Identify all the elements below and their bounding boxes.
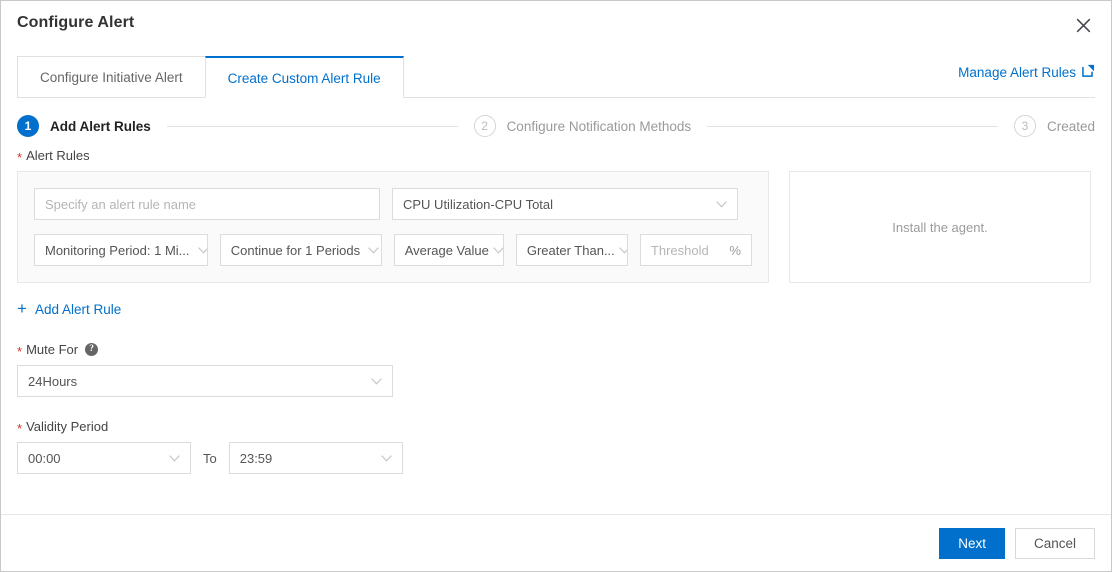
chevron-down-icon [190, 246, 207, 254]
install-agent-panel: Install the agent. [789, 171, 1091, 283]
manage-alert-rules-link[interactable]: Manage Alert Rules [958, 64, 1095, 80]
step-indicator: 1 Add Alert Rules 2 Configure Notificati… [17, 98, 1095, 142]
alert-rule-name-placeholder: Specify an alert rule name [45, 196, 197, 212]
continue-periods-select[interactable]: Continue for 1 Periods [219, 234, 382, 266]
validity-period-block: * Validity Period 00:00 To 23:59 [17, 419, 1095, 474]
manage-alert-rules-label: Manage Alert Rules [958, 64, 1076, 80]
chevron-down-icon [373, 454, 392, 462]
required-marker: * [17, 421, 23, 436]
install-agent-message: Install the agent. [892, 219, 988, 235]
dialog-header: Configure Alert [1, 1, 1111, 49]
alert-rules-label-text: Alert Rules [26, 148, 90, 163]
threshold-placeholder: Threshold [650, 242, 709, 258]
comparison-operator-select[interactable]: Greater Than... [515, 234, 628, 266]
validity-end-time-value: 23:59 [239, 450, 273, 466]
alert-rule-line-2: Monitoring Period: 1 Mi... Continue for … [34, 234, 752, 266]
cancel-button[interactable]: Cancel [1014, 527, 1095, 559]
plus-icon: + [17, 299, 27, 318]
threshold-unit: % [729, 242, 741, 258]
add-alert-rule-button[interactable]: + Add Alert Rule [17, 299, 122, 318]
question-mark-icon[interactable]: ? [85, 343, 99, 356]
tab-bar: Configure Initiative Alert Create Custom… [17, 49, 1095, 98]
mute-for-row: 24Hours [17, 365, 1095, 397]
chevron-down-icon [363, 377, 382, 385]
external-link-icon [1082, 64, 1095, 80]
tab-label: Configure Initiative Alert [40, 69, 183, 85]
validity-start-time-value: 00:00 [28, 450, 61, 466]
validity-period-label: * Validity Period [17, 419, 1095, 436]
monitoring-period-value: Monitoring Period: 1 Mi... [45, 242, 190, 258]
step-add-alert-rules[interactable]: 1 Add Alert Rules [17, 115, 151, 137]
mute-for-label-text: Mute For [26, 342, 79, 357]
chevron-down-icon [360, 246, 379, 254]
validity-period-row: 00:00 To 23:59 [17, 442, 1095, 474]
continue-periods-value: Continue for 1 Periods [230, 242, 361, 258]
monitoring-period-select[interactable]: Monitoring Period: 1 Mi... [34, 234, 208, 266]
alert-rule-card: Specify an alert rule name CPU Utilizati… [17, 171, 769, 283]
comparison-operator-value: Greater Than... [526, 242, 615, 258]
configure-alert-dialog: Configure Alert Configure Initiative Ale… [0, 0, 1112, 572]
mute-for-block: * Mute For ? 24Hours [17, 342, 1095, 397]
metric-value: CPU Utilization-CPU Total [403, 196, 554, 212]
step-created[interactable]: 3 Created [1013, 115, 1095, 137]
validity-period-separator: To [203, 450, 217, 466]
statistic-select[interactable]: Average Value [393, 234, 504, 266]
validity-end-time-select[interactable]: 23:59 [228, 442, 403, 474]
step-number: 1 [17, 115, 39, 137]
next-button[interactable]: Next [939, 527, 1005, 559]
step-label: Created [1046, 118, 1095, 134]
validity-period-label-text: Validity Period [26, 419, 109, 434]
dialog-footer: Next Cancel [1, 514, 1111, 571]
mute-for-value: 24Hours [28, 373, 78, 389]
required-marker: * [17, 150, 23, 165]
alert-rules-label: * Alert Rules [17, 148, 1095, 165]
step-label: Configure Notification Methods [506, 118, 692, 134]
alert-rule-line-1: Specify an alert rule name CPU Utilizati… [34, 188, 752, 220]
step-connector [166, 125, 458, 127]
page-title: Configure Alert [17, 14, 135, 31]
step-label: Add Alert Rules [50, 118, 151, 134]
add-alert-rule-label: Add Alert Rule [34, 302, 122, 317]
step-configure-notification-methods[interactable]: 2 Configure Notification Methods [473, 115, 692, 137]
dialog-body: * Alert Rules Specify an alert rule name… [17, 142, 1095, 514]
required-marker: * [17, 344, 23, 359]
chevron-down-icon [617, 246, 627, 254]
close-icon[interactable] [1069, 11, 1097, 39]
chevron-down-icon [708, 200, 727, 208]
statistic-value: Average Value [404, 242, 489, 258]
tab-create-custom-alert-rule[interactable]: Create Custom Alert Rule [204, 56, 404, 98]
threshold-input[interactable]: Threshold % [639, 234, 752, 266]
step-number: 3 [1013, 115, 1036, 137]
metric-select[interactable]: CPU Utilization-CPU Total [392, 188, 738, 220]
tab-configure-initiative-alert[interactable]: Configure Initiative Alert [17, 56, 206, 98]
validity-start-time-select[interactable]: 00:00 [17, 442, 191, 474]
alert-rules-row: Specify an alert rule name CPU Utilizati… [17, 171, 1095, 283]
alert-rule-name-input[interactable]: Specify an alert rule name [34, 188, 380, 220]
tab-label: Create Custom Alert Rule [227, 70, 381, 86]
chevron-down-icon [161, 454, 180, 462]
step-number: 2 [473, 115, 496, 137]
step-connector [707, 125, 998, 127]
mute-for-select[interactable]: 24Hours [17, 365, 393, 397]
tab-list: Configure Initiative Alert Create Custom… [17, 56, 404, 98]
mute-for-label: * Mute For ? [17, 342, 1095, 359]
chevron-down-icon [491, 246, 503, 254]
